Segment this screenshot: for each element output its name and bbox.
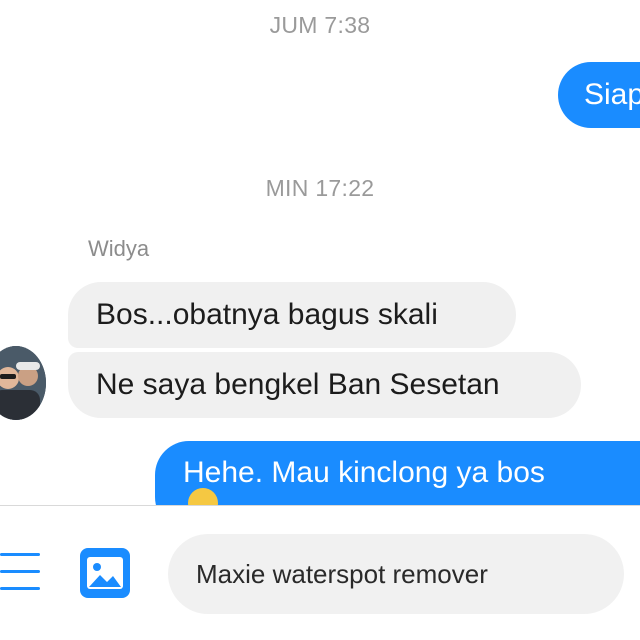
sender-name: Widya <box>88 236 150 261</box>
message-thread[interactable]: JUM 7:38 Siap MIN 17:22 Widya Bos...obat… <box>0 0 640 505</box>
avatar-photo <box>0 346 46 420</box>
menu-icon[interactable] <box>0 549 42 595</box>
image-icon[interactable] <box>80 548 130 598</box>
message-composer <box>0 505 640 640</box>
outgoing-message-text: Hehe. Mau kinclong ya bos <box>183 456 545 489</box>
incoming-message-bubble[interactable]: Bos...obatnya bagus skali <box>68 282 516 348</box>
incoming-message-bubble[interactable]: Ne saya bengkel Ban Sesetan <box>68 352 581 418</box>
contact-avatar[interactable] <box>0 346 46 420</box>
messenger-screen: JUM 7:38 Siap MIN 17:22 Widya Bos...obat… <box>0 0 640 640</box>
timestamp-label: MIN 17:22 <box>265 175 375 201</box>
outgoing-message-bubble[interactable]: Hehe. Mau kinclong ya bos <box>155 441 640 505</box>
timestamp-label: JUM 7:38 <box>269 12 371 38</box>
outgoing-message-bubble[interactable]: Siap <box>558 62 640 128</box>
message-input[interactable] <box>168 534 624 614</box>
